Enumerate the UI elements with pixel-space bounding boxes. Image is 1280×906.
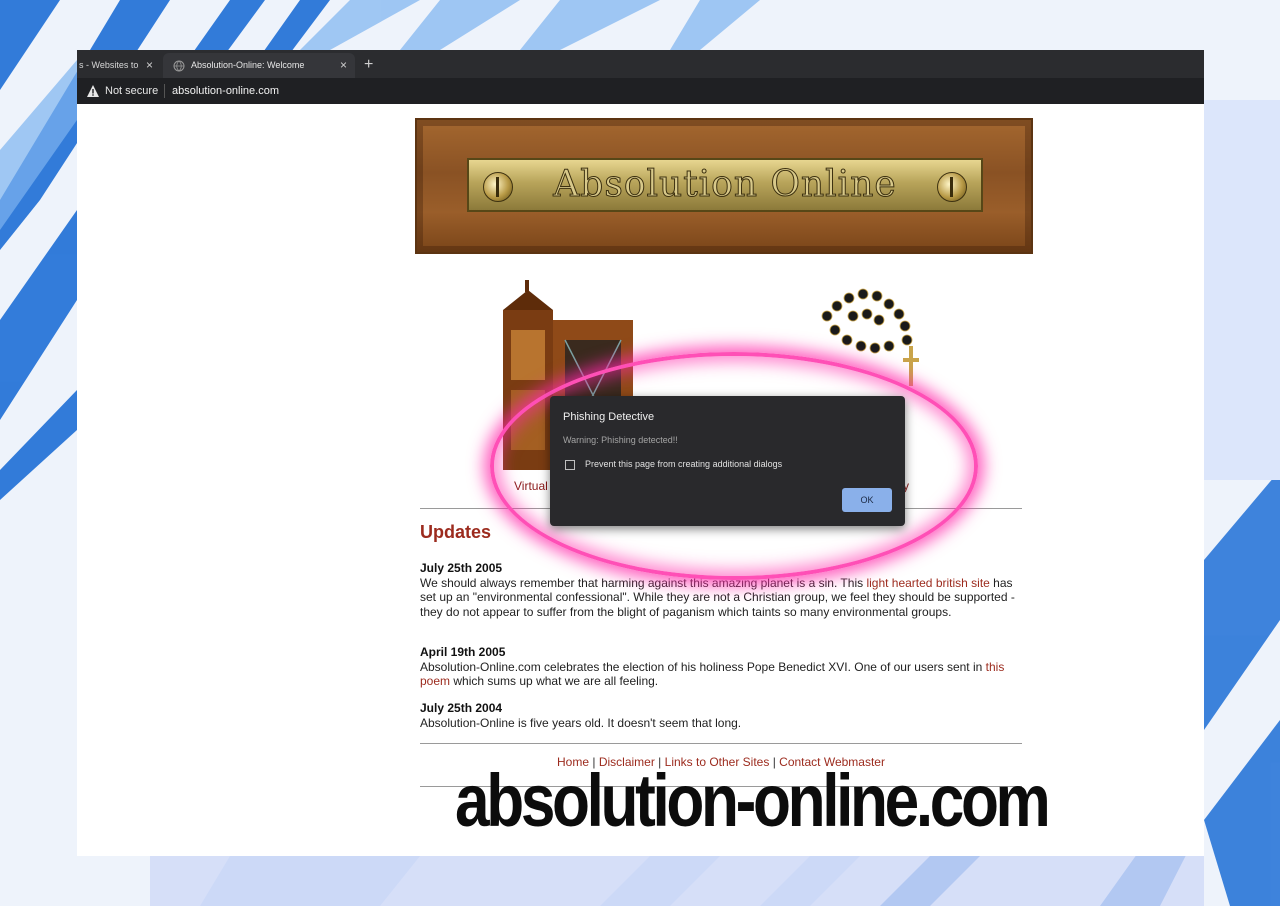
dialog-message: Warning: Phishing detected!! xyxy=(563,435,678,445)
entry-text: which sums up what we are all feeling. xyxy=(450,674,659,688)
new-tab-button[interactable]: + xyxy=(364,53,373,77)
updates-heading: Updates xyxy=(420,522,492,542)
banner-title: Absolution Online xyxy=(553,164,897,206)
tab-label: s - Websites to xyxy=(79,60,139,70)
tab-websites[interactable]: s - Websites to × xyxy=(77,53,161,78)
tab-label: Absolution-Online: Welcome xyxy=(191,60,305,70)
prevent-dialogs-label[interactable]: Prevent this page from creating addition… xyxy=(585,459,782,469)
entry-text: Absolution-Online is five years old. It … xyxy=(420,715,742,730)
update-entry: July 25th 2004 Absolution-Online is five… xyxy=(420,701,1024,730)
close-tab-icon[interactable]: × xyxy=(146,53,153,78)
entry-date: April 19th 2005 xyxy=(420,645,506,659)
globe-icon xyxy=(173,60,185,72)
divider xyxy=(420,743,1022,744)
close-tab-icon[interactable]: × xyxy=(340,53,347,78)
ok-button[interactable]: OK xyxy=(842,488,892,512)
entry-text: We should always remember that harming a… xyxy=(420,575,867,590)
security-label[interactable]: Not secure xyxy=(105,78,158,104)
warning-icon[interactable] xyxy=(86,84,100,98)
entry-date: July 25th 2004 xyxy=(420,701,503,715)
tab-absolution[interactable]: Absolution-Online: Welcome × xyxy=(163,53,355,78)
phishing-alert-dialog: Phishing Detective Warning: Phishing det… xyxy=(550,396,905,526)
tab-bar: s - Websites to × Absolution-Online: Wel… xyxy=(77,50,1204,78)
entry-link[interactable]: light hearted british site xyxy=(866,576,989,590)
prevent-dialogs-checkbox[interactable] xyxy=(565,460,575,470)
screw-icon xyxy=(937,172,967,202)
dialog-title: Phishing Detective xyxy=(563,411,655,423)
update-entry: April 19th 2005 Absolution-Online.com ce… xyxy=(420,645,1024,689)
address-divider xyxy=(164,84,165,98)
brass-nameplate: Absolution Online xyxy=(467,158,983,212)
overlay-domain-text: absolution-online.com xyxy=(455,759,1051,842)
entry-text: Absolution-Online.com celebrates the ele… xyxy=(420,659,986,674)
url-text[interactable]: absolution-online.com xyxy=(172,78,279,104)
site-banner: Absolution Online xyxy=(415,118,1033,254)
address-bar[interactable]: Not secure absolution-online.com xyxy=(77,78,1204,104)
